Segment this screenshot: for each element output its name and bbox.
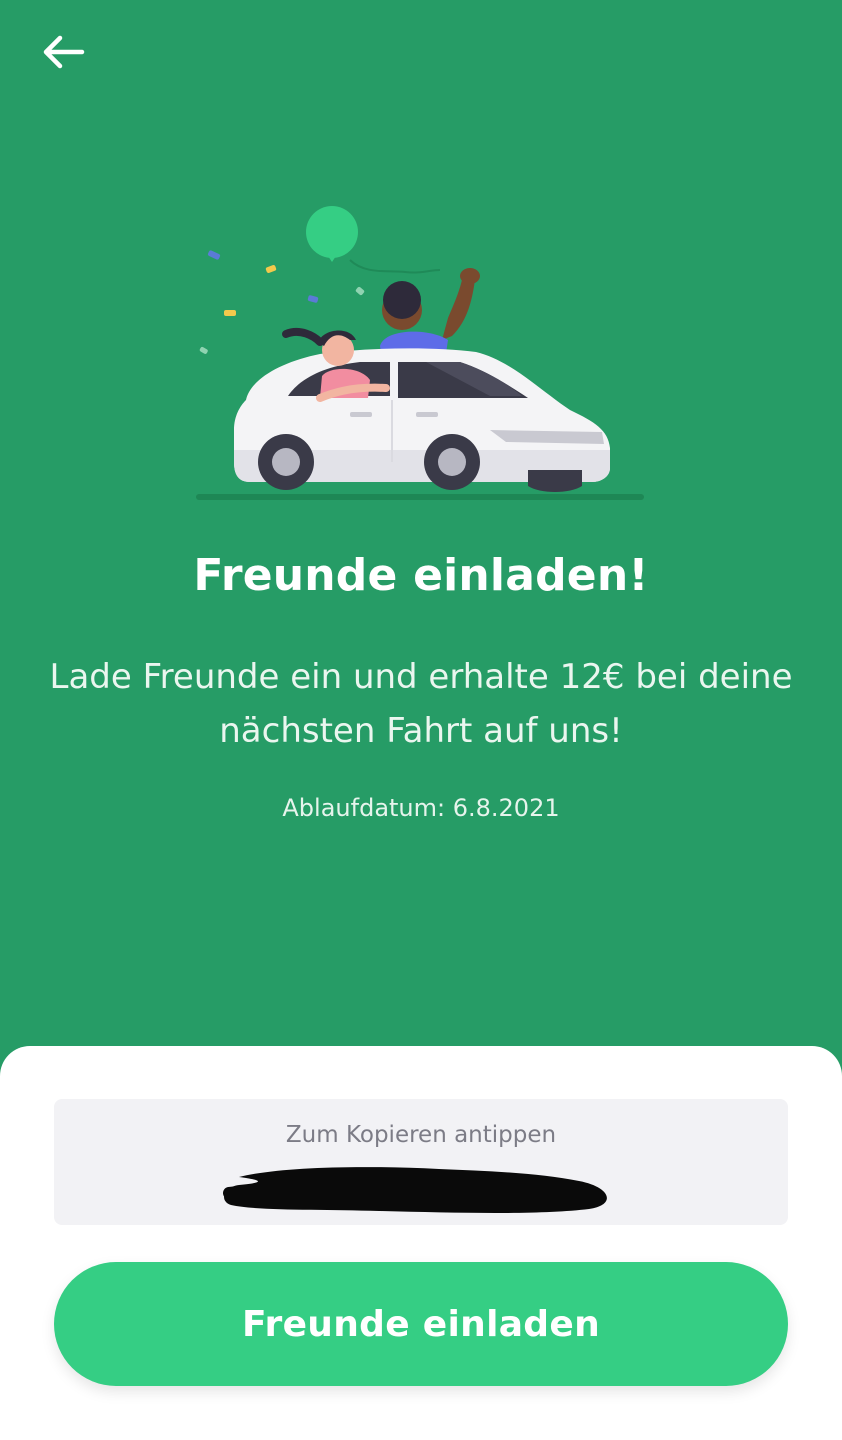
expiry-date: Ablaufdatum: 6.8.2021 xyxy=(282,794,560,822)
confetti xyxy=(199,347,208,354)
page-title: Freunde einladen! xyxy=(193,550,649,601)
confetti xyxy=(355,286,365,296)
back-button[interactable] xyxy=(34,26,90,78)
copy-hint: Zum Kopieren antippen xyxy=(285,1122,557,1148)
confetti xyxy=(207,250,221,260)
arrow-left-icon xyxy=(43,35,85,69)
confetti xyxy=(265,265,277,273)
redacted-code xyxy=(223,1167,607,1213)
invite-friends-button[interactable]: Freunde einladen xyxy=(54,1262,788,1386)
referral-code-box[interactable]: Zum Kopieren antippen xyxy=(54,1099,788,1225)
invite-description: Lade Freunde ein und erhalte 12€ bei dei… xyxy=(49,657,793,751)
ground-line xyxy=(196,494,644,500)
confetti xyxy=(307,295,319,303)
hero-section: Freunde einladen! Lade Freunde ein und e… xyxy=(0,0,842,1100)
balloon xyxy=(306,206,358,258)
confetti xyxy=(224,310,236,316)
balloon-string xyxy=(349,259,441,274)
car-party-illustration xyxy=(196,206,644,500)
